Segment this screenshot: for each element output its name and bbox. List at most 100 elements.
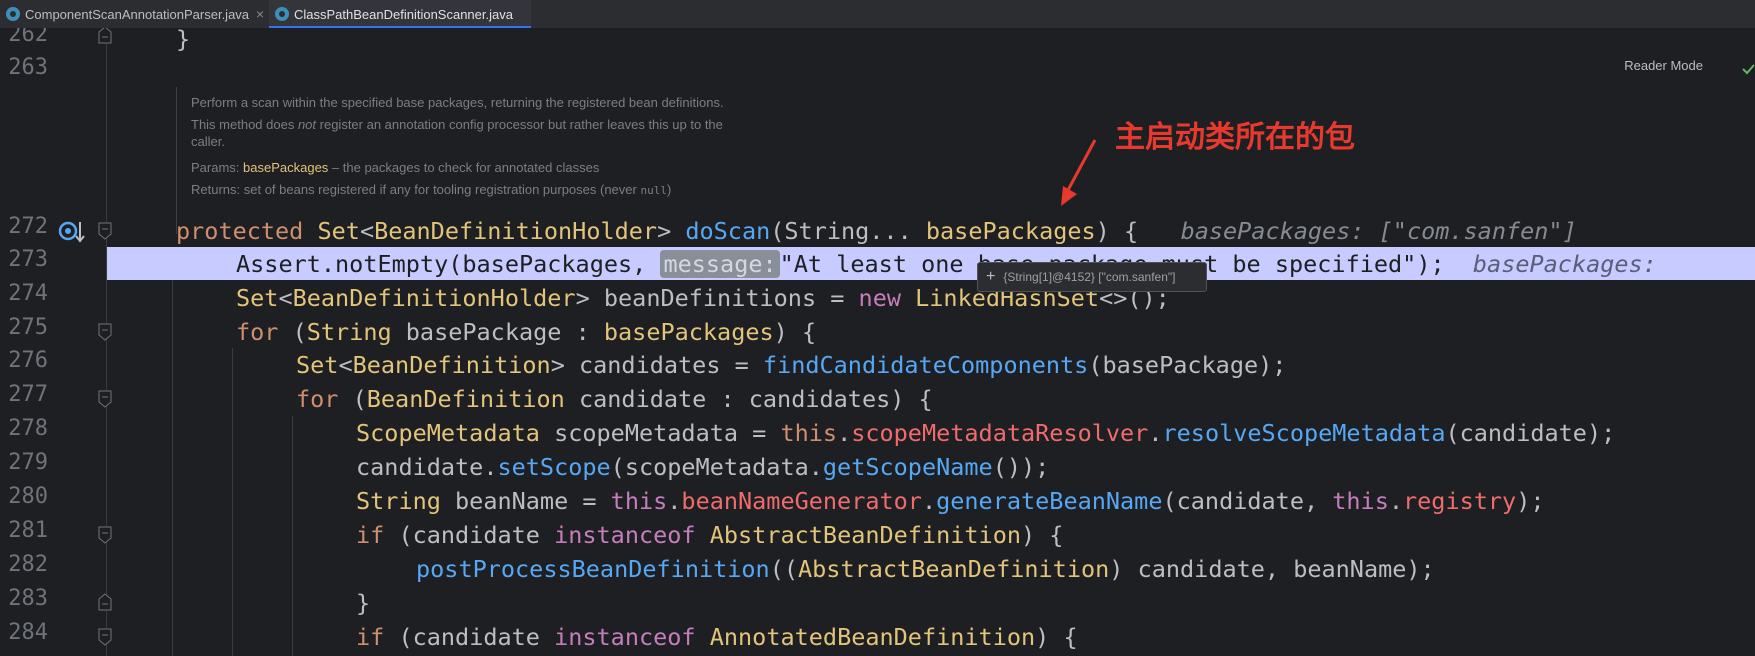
method-call: setScope xyxy=(497,453,611,481)
fold-start-icon[interactable] xyxy=(97,628,113,646)
code-line-262: } xyxy=(176,28,191,53)
returns-code: null xyxy=(640,184,667,197)
code-line-283: } xyxy=(356,589,371,617)
gutter-divider xyxy=(106,28,107,656)
java-class-icon xyxy=(6,7,20,21)
param: basePackages xyxy=(925,217,1096,245)
punct: . xyxy=(921,487,937,515)
returns-text: Returns: set of beans registered if any … xyxy=(191,182,641,197)
fold-end-icon[interactable] xyxy=(97,28,113,44)
punct: ) { xyxy=(1095,217,1139,245)
line-number: 283 xyxy=(8,586,48,611)
punct: . xyxy=(1148,419,1163,447)
tab-label: ClassPathBeanDefinitionScanner.java xyxy=(294,6,513,22)
type: BeanDefinition xyxy=(352,351,551,379)
code-text: scopeMetadata = xyxy=(539,419,781,447)
doc-line: This method does not register an annotat… xyxy=(191,116,723,134)
doc-params: Params: basePackages – the packages to c… xyxy=(191,159,599,177)
punct: < xyxy=(359,217,375,245)
punct: (String... xyxy=(770,217,926,245)
keyword: if xyxy=(356,521,399,549)
code-line-282: postProcessBeanDefinition((AbstractBeanD… xyxy=(416,552,1435,586)
editor-tab-bar: ComponentScanAnnotationParser.java × Cla… xyxy=(0,0,1755,29)
field-ref: scopeMetadataResolver xyxy=(851,419,1149,447)
annotation-arrow-icon xyxy=(1055,136,1105,208)
keyword: this xyxy=(610,487,668,515)
code-text: (candidate xyxy=(398,521,555,549)
code-text: (candidate, xyxy=(1162,487,1333,515)
line-number: 276 xyxy=(8,348,48,373)
close-icon[interactable]: × xyxy=(256,6,264,22)
code-line-280: String beanName = this.beanNameGenerator… xyxy=(356,484,1545,518)
fold-start-icon[interactable] xyxy=(97,526,113,544)
field-ref: registry xyxy=(1403,487,1517,515)
tab-component-scan-annotation-parser[interactable]: ComponentScanAnnotationParser.java × xyxy=(0,0,264,28)
line-number: 282 xyxy=(8,552,48,577)
punct: . xyxy=(1388,487,1404,515)
code-text: beanName = xyxy=(440,487,611,515)
punct: . xyxy=(837,419,852,447)
punct: > xyxy=(657,217,686,245)
fold-start-icon[interactable] xyxy=(97,390,113,408)
params-name: basePackages xyxy=(243,160,329,175)
line-number: 278 xyxy=(8,416,48,441)
line-number: 272 xyxy=(8,214,48,239)
tab-label: ComponentScanAnnotationParser.java xyxy=(25,6,250,22)
rendered-javadoc: Perform a scan within the specified base… xyxy=(176,87,797,234)
type: AnnotatedBeanDefinition xyxy=(709,623,1036,651)
reader-mode-button[interactable]: Reader Mode xyxy=(1624,58,1703,73)
indent-guide xyxy=(232,348,233,656)
punct: ( xyxy=(292,318,307,346)
tab-classpath-bean-definition-scanner[interactable]: ClassPathBeanDefinitionScanner.java xyxy=(269,0,531,29)
line-number: 273 xyxy=(8,247,48,272)
code-text: > beanDefinitions = xyxy=(575,284,859,312)
line-number: 262 xyxy=(8,28,48,47)
punct: . xyxy=(667,487,682,515)
type: BeanDefinitionHolder xyxy=(374,217,658,245)
parameter-hint: message: xyxy=(660,250,780,278)
keyword: if xyxy=(356,623,399,651)
code-text: basePackage : xyxy=(391,318,604,346)
keyword: instanceof xyxy=(554,623,710,651)
code-line-275: for (String basePackage : basePackages) … xyxy=(236,315,816,349)
punct: < xyxy=(338,351,353,379)
method-call: postProcessBeanDefinition xyxy=(416,555,770,583)
param: basePackages xyxy=(603,318,774,346)
keyword: protected xyxy=(176,217,318,245)
doc-text: register an annotation config processor … xyxy=(316,117,723,132)
method-call: generateBeanName xyxy=(936,487,1163,515)
code-text: (candidate); xyxy=(1445,419,1616,447)
line-number: 277 xyxy=(8,382,48,407)
code-text: candidate : candidates) { xyxy=(564,385,933,413)
params-label: Params: xyxy=(191,160,240,175)
doc-returns: Returns: set of beans registered if any … xyxy=(191,181,671,200)
debug-value-tooltip[interactable]: + {String[1]@4152} ["com.sanfen"] xyxy=(977,262,1207,292)
punct: ( xyxy=(352,385,367,413)
code-line-278: ScopeMetadata scopeMetadata = this.scope… xyxy=(356,416,1615,450)
punct: ) { xyxy=(1035,623,1078,651)
keyword: this xyxy=(780,419,838,447)
code-text: candidate. xyxy=(356,453,498,481)
code-editor[interactable]: 262 263 272 273 274 275 276 277 278 279 … xyxy=(0,28,1755,656)
expand-icon[interactable]: + xyxy=(986,268,995,286)
fold-end-icon[interactable] xyxy=(97,593,113,611)
punct: ) { xyxy=(1021,521,1064,549)
code-text: Assert.notEmpty(basePackages, xyxy=(236,250,661,278)
fold-start-icon[interactable] xyxy=(97,222,113,240)
java-class-icon xyxy=(275,7,289,21)
punct: < xyxy=(278,284,293,312)
overrides-method-icon[interactable] xyxy=(58,218,86,244)
debug-inline-value: basePackages: ["com.sanfen"] xyxy=(1138,217,1577,245)
doc-summary: Perform a scan within the specified base… xyxy=(191,95,724,110)
indent-guide xyxy=(292,416,293,656)
line-number: 275 xyxy=(8,315,48,340)
type: Set xyxy=(236,284,279,312)
annotation-label: 主启动类所在的包 xyxy=(1115,120,1355,155)
fold-start-icon[interactable] xyxy=(97,323,113,341)
returns-end: ) xyxy=(666,182,672,197)
method-name: doScan xyxy=(685,217,771,245)
code-text: ) candidate, beanName); xyxy=(1109,555,1435,583)
code-line-284: if (candidate instanceof AnnotatedBeanDe… xyxy=(356,620,1078,654)
debug-inline-value: basePackages: xyxy=(1444,250,1657,278)
punct: ()); xyxy=(992,453,1050,481)
